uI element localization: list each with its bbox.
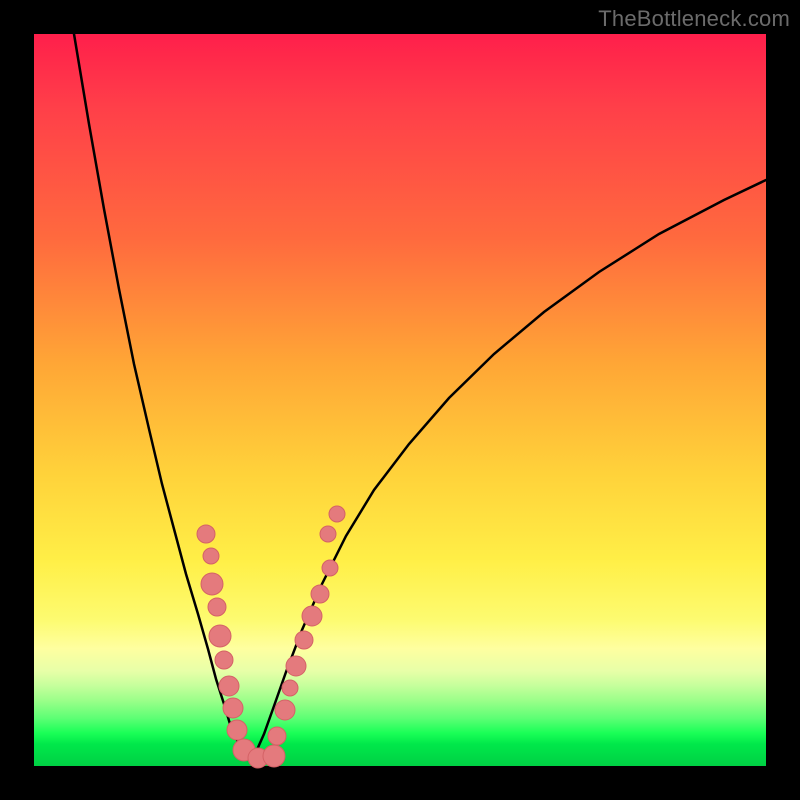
data-point [329, 506, 345, 522]
data-point [275, 700, 295, 720]
data-point [322, 560, 338, 576]
data-points-group [197, 506, 345, 768]
data-point [197, 525, 215, 543]
curve-right-branch [250, 180, 766, 761]
data-point [223, 698, 243, 718]
data-point [227, 720, 247, 740]
data-point [268, 727, 286, 745]
data-point [209, 625, 231, 647]
data-point [286, 656, 306, 676]
chart-svg [34, 34, 766, 766]
chart-frame: TheBottleneck.com [0, 0, 800, 800]
data-point [263, 745, 285, 767]
data-point [219, 676, 239, 696]
watermark-text: TheBottleneck.com [598, 6, 790, 32]
data-point [201, 573, 223, 595]
data-point [320, 526, 336, 542]
data-point [295, 631, 313, 649]
plot-area [34, 34, 766, 766]
data-point [215, 651, 233, 669]
data-point [203, 548, 219, 564]
data-point [302, 606, 322, 626]
data-point [282, 680, 298, 696]
data-point [208, 598, 226, 616]
data-point [311, 585, 329, 603]
